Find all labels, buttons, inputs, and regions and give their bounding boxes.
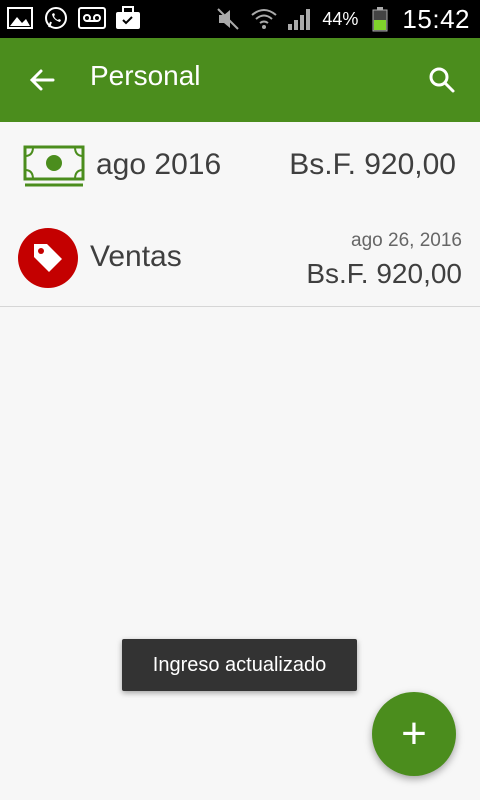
mute-icon [214, 5, 242, 33]
period-total: Bs.F. 920,00 [289, 148, 456, 181]
gallery-icon [6, 4, 34, 32]
system-icons: 44% 15:42 [214, 0, 470, 38]
back-button[interactable] [20, 58, 64, 102]
wifi-icon [250, 5, 278, 33]
transaction-date: ago 26, 2016 [351, 230, 462, 251]
transaction-amount: Bs.F. 920,00 [306, 258, 462, 289]
status-bar: 44% 15:42 [0, 0, 480, 38]
whatsapp-icon [42, 4, 70, 32]
battery-icon [366, 5, 394, 33]
voicemail-icon [78, 4, 106, 32]
signal-icon [286, 5, 314, 33]
battery-percent: 44% [322, 8, 359, 29]
period-label: ago 2016 [96, 148, 222, 181]
divider [0, 306, 480, 307]
period-summary[interactable]: ago 2016 Bs.F. 920,00 [0, 122, 480, 212]
page-title: Personal [90, 60, 201, 91]
add-button[interactable]: + [372, 692, 456, 776]
search-icon [429, 67, 455, 93]
search-button[interactable] [420, 58, 464, 102]
money-icon [22, 144, 86, 188]
briefcase-icon [114, 4, 142, 32]
notification-icons [6, 4, 142, 32]
transaction-category: Ventas [90, 240, 182, 273]
clock: 15:42 [402, 3, 470, 34]
app-bar: Personal [0, 38, 480, 122]
tag-icon [18, 228, 78, 288]
arrow-left-icon [29, 69, 55, 91]
toast-message: Ingreso actualizado [122, 639, 357, 691]
